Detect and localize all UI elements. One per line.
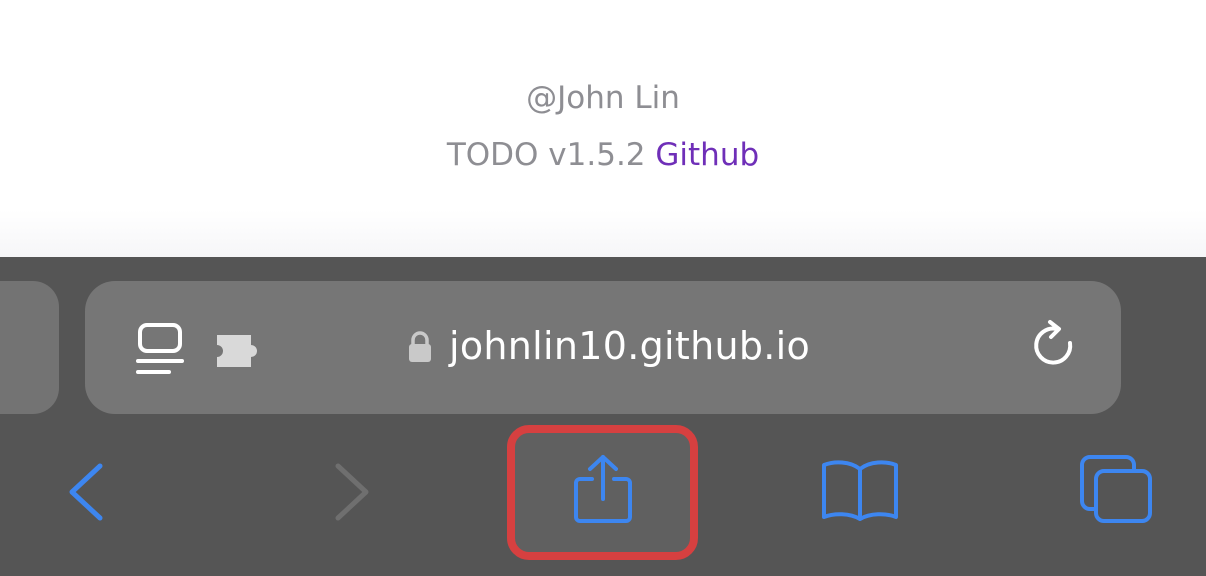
- bookmarks-icon[interactable]: [820, 457, 900, 523]
- reload-icon[interactable]: [1031, 319, 1081, 375]
- extension-icon[interactable]: [213, 333, 265, 369]
- web-content: @John Lin TODO v1.5.2 Github: [0, 0, 1206, 257]
- version-line: TODO v1.5.2 Github: [0, 135, 1206, 175]
- back-button[interactable]: [62, 460, 112, 524]
- browser-toolbar: johnlin10.github.io: [0, 257, 1206, 576]
- url-text: johnlin10.github.io: [449, 324, 811, 368]
- tabs-icon[interactable]: [1078, 453, 1154, 525]
- lock-icon: [409, 331, 431, 362]
- url-group[interactable]: johnlin10.github.io: [407, 321, 810, 371]
- address-bar[interactable]: johnlin10.github.io: [85, 281, 1121, 414]
- github-link[interactable]: Github: [655, 137, 759, 173]
- share-button[interactable]: [572, 453, 634, 525]
- forward-button[interactable]: [326, 460, 376, 524]
- author-credit: @John Lin: [526, 80, 680, 116]
- previous-tab-preview[interactable]: [0, 281, 59, 414]
- reader-mode-icon[interactable]: [135, 319, 185, 379]
- version-text: TODO v1.5.2: [446, 137, 646, 173]
